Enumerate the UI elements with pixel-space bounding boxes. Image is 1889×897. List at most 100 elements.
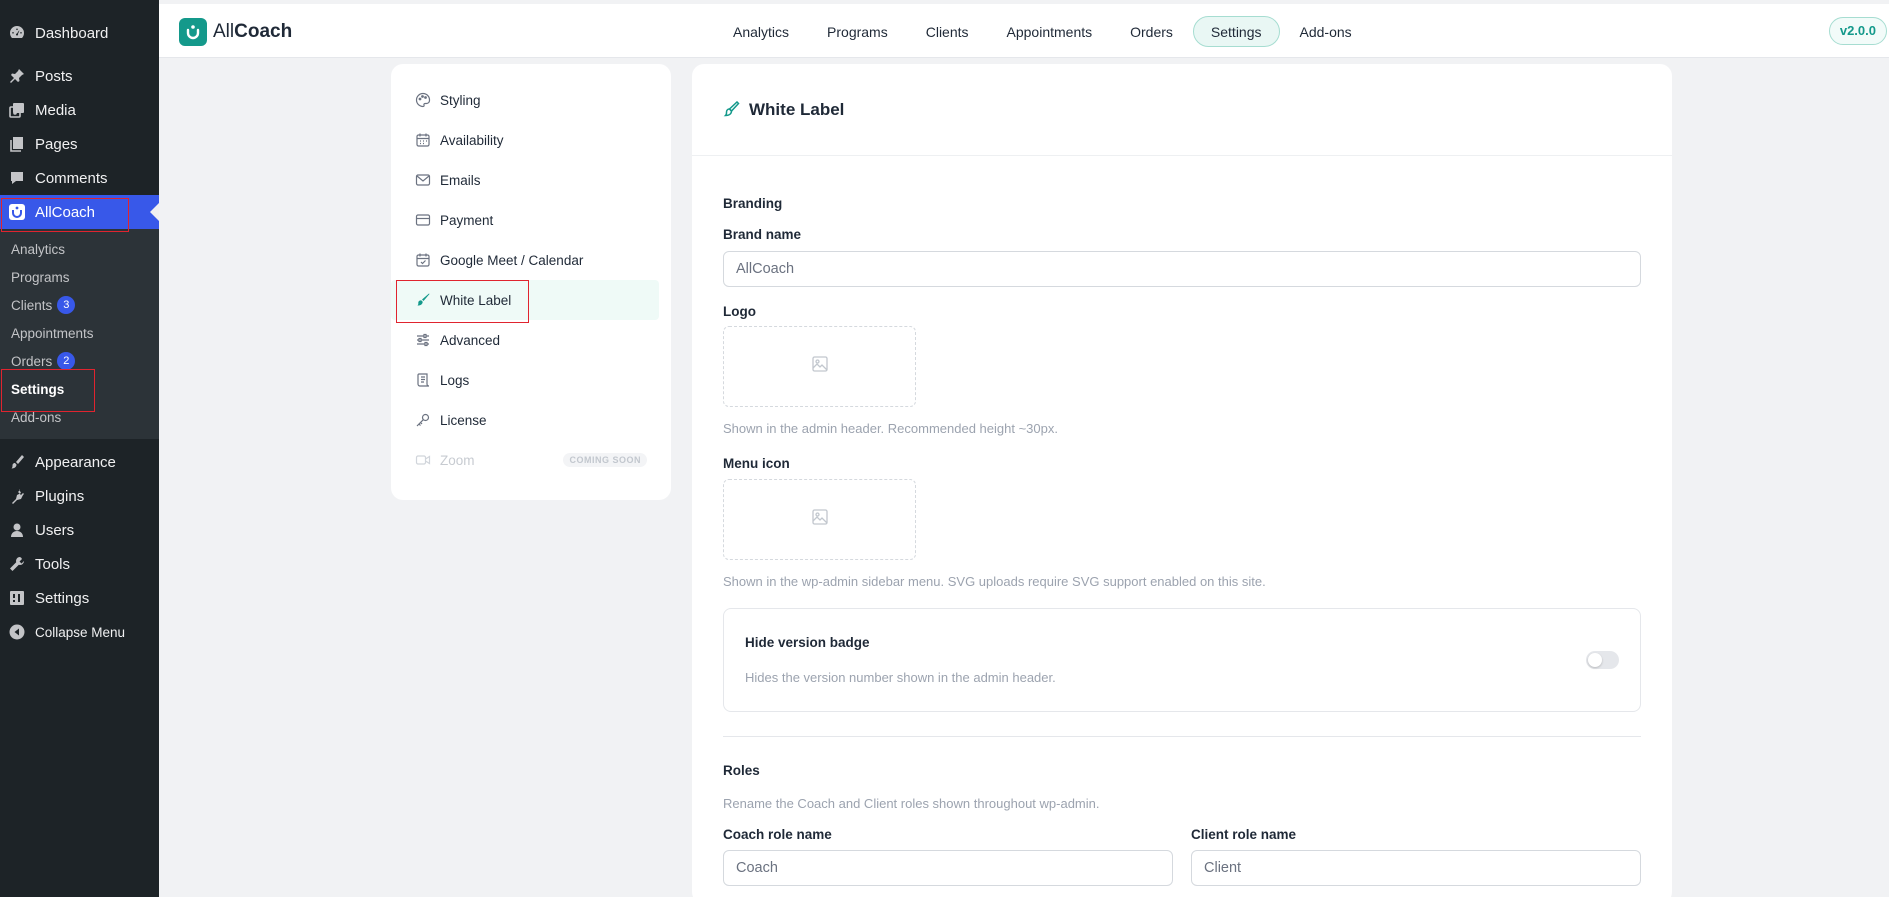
brand-logo[interactable]: AllCoach xyxy=(179,18,292,46)
palette-icon xyxy=(415,92,431,108)
nav-analytics[interactable]: Analytics xyxy=(715,16,807,47)
pin-icon xyxy=(8,67,26,85)
wp-menu-appearance[interactable]: Appearance xyxy=(0,445,159,479)
collapse-icon xyxy=(8,623,26,641)
calendar-icon xyxy=(415,132,431,148)
hide-version-description: Hides the version number shown in the ad… xyxy=(745,670,1056,685)
wp-menu-label: Tools xyxy=(35,555,71,573)
settings-menu-label: Zoom xyxy=(440,452,475,468)
branding-section-title: Branding xyxy=(723,195,1641,213)
settings-menu-google-meet[interactable]: Google Meet / Calendar xyxy=(391,240,659,280)
wp-menu-label: Users xyxy=(35,521,75,539)
settings-menu-label: Availability xyxy=(440,132,504,148)
coach-role-input[interactable]: Coach xyxy=(723,850,1173,886)
menu-icon-help-text: Shown in the wp-admin sidebar menu. SVG … xyxy=(723,574,1266,589)
settings-menu-payment[interactable]: Payment xyxy=(391,200,659,240)
nav-clients[interactable]: Clients xyxy=(908,16,987,47)
wp-menu-label: Settings xyxy=(35,589,90,607)
paintbrush-icon xyxy=(723,100,741,119)
wp-menu-plugins[interactable]: Plugins xyxy=(0,479,159,513)
orders-count-badge: 2 xyxy=(57,352,76,370)
white-label-panel: White Label Branding Brand name AllCoach… xyxy=(692,64,1672,897)
brand-name-light: All xyxy=(213,21,235,42)
settings-menu-label: Advanced xyxy=(440,332,501,348)
settings-menu-logs[interactable]: Logs xyxy=(391,360,659,400)
brand-name-group: Brand name xyxy=(723,227,1641,242)
brand-name-bold: Coach xyxy=(234,21,293,42)
wp-menu-tools[interactable]: Tools xyxy=(0,547,159,581)
wp-menu-label: Comments xyxy=(35,169,108,187)
highlight-box xyxy=(396,280,529,323)
submenu-appointments[interactable]: Appointments xyxy=(0,319,159,347)
page-title: White Label xyxy=(749,99,845,119)
settings-menu-advanced[interactable]: Advanced xyxy=(391,320,659,360)
wp-menu-settings[interactable]: Settings xyxy=(0,581,159,615)
submenu-programs[interactable]: Programs xyxy=(0,263,159,291)
pages-icon xyxy=(8,135,26,153)
coming-soon-badge: COMING SOON xyxy=(563,453,647,467)
user-icon xyxy=(8,521,26,539)
roles-section-title-wrap: Roles xyxy=(723,762,1641,780)
wp-menu-label: Media xyxy=(35,101,76,119)
client-role-label: Client role name xyxy=(1191,827,1297,842)
settings-menu-emails[interactable]: Emails xyxy=(391,160,659,200)
logo-help-text: Shown in the admin header. Recommended h… xyxy=(723,421,1058,436)
wp-menu-label: Plugins xyxy=(35,487,85,505)
submenu-label: Clients xyxy=(11,297,53,313)
highlight-box xyxy=(1,369,95,412)
wp-menu-users[interactable]: Users xyxy=(0,513,159,547)
settings-menu-availability[interactable]: Availability xyxy=(391,120,659,160)
clients-count-badge: 3 xyxy=(57,296,76,314)
wp-menu-pages[interactable]: Pages xyxy=(0,127,159,161)
roles-description-wrap: Rename the Coach and Client roles shown … xyxy=(723,796,1641,811)
client-role-input[interactable]: Client xyxy=(1191,850,1641,886)
nav-appointments[interactable]: Appointments xyxy=(989,16,1111,47)
wp-menu-collapse[interactable]: Collapse Menu xyxy=(0,615,159,649)
hide-version-toggle[interactable] xyxy=(1586,651,1619,669)
hide-version-card: Hide version badge Hides the version num… xyxy=(723,608,1641,712)
settings-menu-label: Payment xyxy=(440,212,494,228)
main-area: AllCoach Analytics Programs Clients Appo… xyxy=(159,0,1889,897)
submenu-label: Orders xyxy=(11,353,53,369)
wp-menu-comments[interactable]: Comments xyxy=(0,161,159,195)
submenu-clients[interactable]: Clients 3 xyxy=(0,291,159,319)
media-icon xyxy=(8,101,26,119)
key-icon xyxy=(415,412,431,428)
menu-icon-group: Menu icon xyxy=(723,456,1641,471)
credit-card-icon xyxy=(415,212,431,228)
nav-programs[interactable]: Programs xyxy=(809,16,906,47)
menu-icon-upload-dropzone[interactable] xyxy=(723,479,916,560)
submenu-label: Analytics xyxy=(11,241,66,257)
nav-add-ons[interactable]: Add-ons xyxy=(1282,16,1370,47)
hide-version-wrap: Hide version badge Hides the version num… xyxy=(723,608,1641,712)
menu-icon-help-wrap: Shown in the wp-admin sidebar menu. SVG … xyxy=(723,574,1641,589)
scroll-icon xyxy=(415,372,431,388)
settings-menu-styling[interactable]: Styling xyxy=(391,80,659,120)
panel-header: White Label xyxy=(692,64,1672,156)
brand-name-field-wrap: AllCoach xyxy=(723,251,1641,287)
role-names-row: Coach role name Coach Client role name C… xyxy=(723,827,1641,886)
menu-icon-upload-wrap xyxy=(723,479,1641,560)
image-placeholder-icon xyxy=(811,508,829,531)
wp-menu-label: Posts xyxy=(35,67,73,85)
wp-menu-media[interactable]: Media xyxy=(0,93,159,127)
nav-orders[interactable]: Orders xyxy=(1112,16,1191,47)
client-role-group: Client role name Client xyxy=(1191,827,1641,886)
wp-menu-dashboard[interactable]: Dashboard xyxy=(0,16,159,50)
logo-upload-wrap xyxy=(723,326,1641,407)
brand-name-input[interactable]: AllCoach xyxy=(723,251,1641,287)
submenu-analytics[interactable]: Analytics xyxy=(0,235,159,263)
logo-upload-dropzone[interactable] xyxy=(723,326,916,407)
logo-help-wrap: Shown in the admin header. Recommended h… xyxy=(723,421,1641,436)
nav-settings[interactable]: Settings xyxy=(1192,16,1280,47)
wp-menu-posts[interactable]: Posts xyxy=(0,59,159,93)
mail-icon xyxy=(415,172,431,188)
sliders-icon xyxy=(415,332,431,348)
image-placeholder-icon xyxy=(811,355,829,378)
submenu-label: Programs xyxy=(11,269,70,285)
dashboard-icon xyxy=(8,24,26,42)
section-title: Branding xyxy=(723,196,783,211)
settings-menu-label: Styling xyxy=(440,92,481,108)
settings-menu-license[interactable]: License xyxy=(391,400,659,440)
brand-name: AllCoach xyxy=(213,21,292,43)
